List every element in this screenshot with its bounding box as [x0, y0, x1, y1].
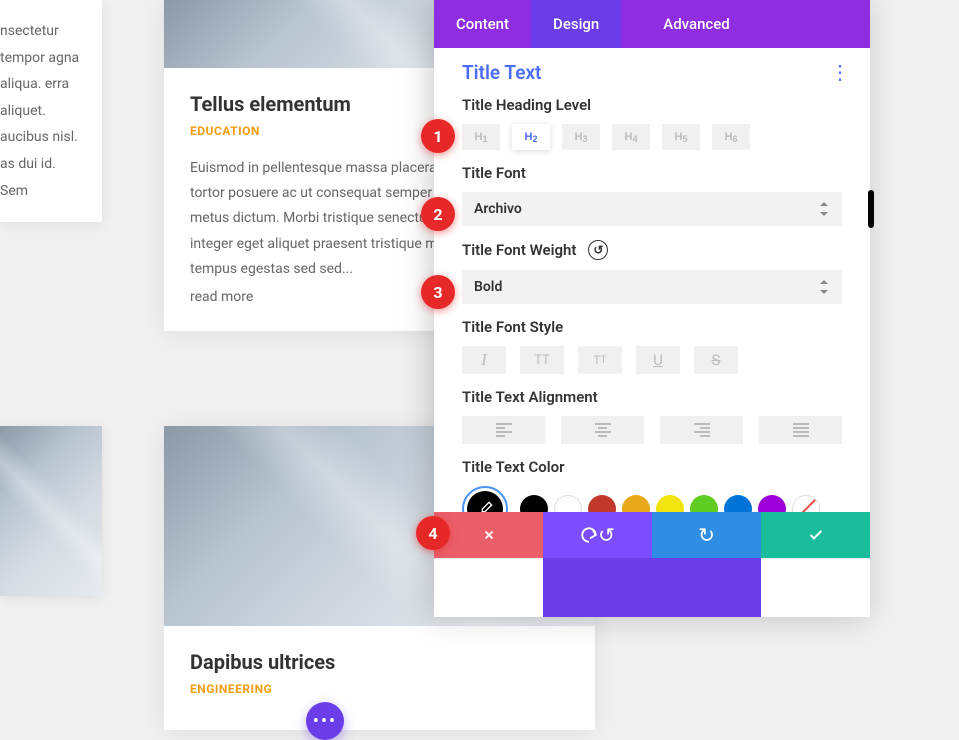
alignment-group: Title Text Alignment — [462, 388, 842, 444]
cancel-button[interactable] — [434, 512, 543, 558]
align-justify-button[interactable] — [759, 416, 842, 444]
heading-h2-button[interactable]: H2 — [512, 124, 550, 150]
heading-level-group: Title Heading Level H1 H2 H3 H4 H5 H6 — [462, 96, 842, 150]
font-weight-value: Bold — [474, 279, 502, 295]
card-category[interactable]: ENGINEERING — [190, 682, 569, 696]
align-right-button[interactable] — [660, 416, 743, 444]
close-icon — [482, 528, 496, 542]
check-icon — [808, 527, 824, 543]
footer-actions: ↺ ↻ — [434, 512, 870, 558]
fab-button[interactable]: ••• — [306, 702, 344, 740]
footer-under-left — [434, 558, 543, 617]
footer-under — [434, 558, 870, 617]
heading-h6-button[interactable]: H6 — [712, 124, 750, 150]
align-left-button[interactable] — [462, 416, 545, 444]
heading-level-row: H1 H2 H3 H4 H5 H6 — [462, 124, 842, 150]
tab-design[interactable]: Design — [531, 0, 621, 48]
scroll-indicator[interactable] — [868, 190, 874, 228]
partial-card-left-2 — [0, 426, 102, 596]
step-badge-4: 4 — [416, 516, 450, 550]
partial-card-left: nsectetur tempor agna aliqua. erra aliqu… — [0, 0, 102, 222]
font-group: Title Font Archivo — [462, 164, 842, 226]
heading-h1-button[interactable]: H1 — [462, 124, 500, 150]
undo-button[interactable]: ↺ — [543, 512, 652, 558]
font-weight-label-text: Title Font Weight — [462, 241, 576, 259]
heading-h3-button[interactable]: H3 — [562, 124, 600, 150]
section-header: Title Text ⋮ — [434, 48, 870, 90]
read-more-link[interactable]: read more — [190, 289, 253, 305]
heading-h5-button[interactable]: H5 — [662, 124, 700, 150]
font-label: Title Font — [462, 164, 842, 182]
align-center-icon — [595, 423, 611, 437]
align-right-icon — [694, 423, 710, 437]
style-italic-button[interactable]: I — [462, 346, 506, 374]
section-title: Title Text — [462, 61, 541, 84]
redo-button[interactable]: ↻ — [652, 512, 761, 558]
font-style-group: Title Font Style I TT TT U S — [462, 318, 842, 374]
tab-advanced[interactable]: Advanced — [641, 0, 751, 48]
card-body: Dapibus ultrices ENGINEERING — [164, 626, 595, 730]
save-button[interactable] — [761, 512, 870, 558]
font-weight-group: Title Font Weight ↺ Bold — [462, 240, 842, 304]
redo-icon: ↻ — [698, 523, 715, 547]
align-left-icon — [496, 423, 512, 437]
heading-level-label: Title Heading Level — [462, 96, 842, 114]
kebab-menu-icon[interactable]: ⋮ — [830, 60, 848, 84]
partial-card-text: nsectetur tempor agna aliqua. erra aliqu… — [0, 18, 84, 204]
card-title: Dapibus ultrices — [190, 650, 569, 674]
card-image — [0, 426, 102, 596]
style-underline-button[interactable]: U — [636, 346, 680, 374]
color-label: Title Text Color — [462, 458, 842, 476]
footer-under-mid — [543, 558, 761, 617]
undo-icon — [580, 526, 598, 544]
align-center-button[interactable] — [561, 416, 644, 444]
font-select[interactable]: Archivo — [462, 192, 842, 226]
style-strike-button[interactable]: S — [694, 346, 738, 374]
font-style-row: I TT TT U S — [462, 346, 842, 374]
style-capitalize-button[interactable]: TT — [578, 346, 622, 374]
align-justify-icon — [793, 423, 809, 437]
footer-under-right — [761, 558, 870, 617]
select-arrows-icon — [820, 280, 830, 294]
step-badge-1: 1 — [421, 119, 455, 153]
font-weight-label: Title Font Weight ↺ — [462, 240, 842, 260]
alignment-row — [462, 416, 842, 444]
step-badge-2: 2 — [421, 197, 455, 231]
tab-content[interactable]: Content — [434, 0, 531, 48]
reset-icon[interactable]: ↺ — [588, 240, 608, 260]
style-uppercase-button[interactable]: TT — [520, 346, 564, 374]
select-arrows-icon — [820, 202, 830, 216]
font-weight-select[interactable]: Bold — [462, 270, 842, 304]
step-badge-3: 3 — [421, 275, 455, 309]
font-style-label: Title Font Style — [462, 318, 842, 336]
editor-panel: Content Design Advanced Title Text ⋮ Tit… — [434, 0, 870, 617]
heading-h4-button[interactable]: H4 — [612, 124, 650, 150]
editor-tabs: Content Design Advanced — [434, 0, 870, 48]
font-select-value: Archivo — [474, 201, 522, 217]
alignment-label: Title Text Alignment — [462, 388, 842, 406]
